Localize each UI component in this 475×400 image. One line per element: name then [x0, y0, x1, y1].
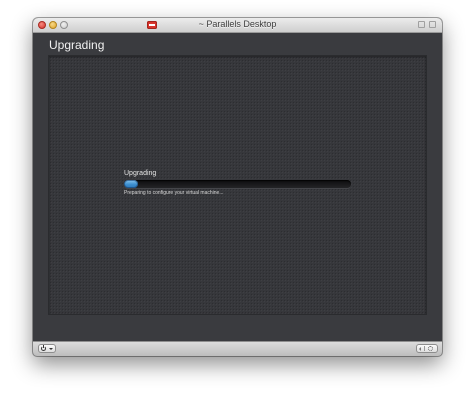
restore-icon[interactable] — [418, 21, 425, 28]
content-panel: Upgrading Preparing to configure your vi… — [48, 55, 427, 315]
progress-bar — [124, 180, 351, 188]
title-bar[interactable]: ~ Parallels Desktop — [33, 18, 442, 33]
progress-fill — [124, 180, 138, 188]
back-icon[interactable] — [419, 347, 421, 351]
chevron-down-icon — [49, 348, 53, 350]
bottom-toolbar — [33, 341, 442, 356]
power-icon — [41, 345, 46, 351]
progress-label: Upgrading — [124, 170, 157, 177]
app-window: ~ Parallels Desktop Upgrading Upgrading … — [33, 18, 442, 356]
progress-section: Upgrading Preparing to configure your vi… — [124, 169, 354, 197]
progress-status: Preparing to configure your virtual mach… — [124, 190, 224, 196]
page-title: Upgrading — [49, 38, 105, 52]
power-button[interactable] — [38, 344, 56, 353]
fullscreen-icon[interactable] — [429, 21, 436, 28]
divider — [424, 346, 425, 351]
settings-button[interactable] — [416, 344, 438, 353]
window-title: ~ Parallels Desktop — [198, 19, 277, 29]
gear-icon[interactable] — [428, 346, 433, 351]
